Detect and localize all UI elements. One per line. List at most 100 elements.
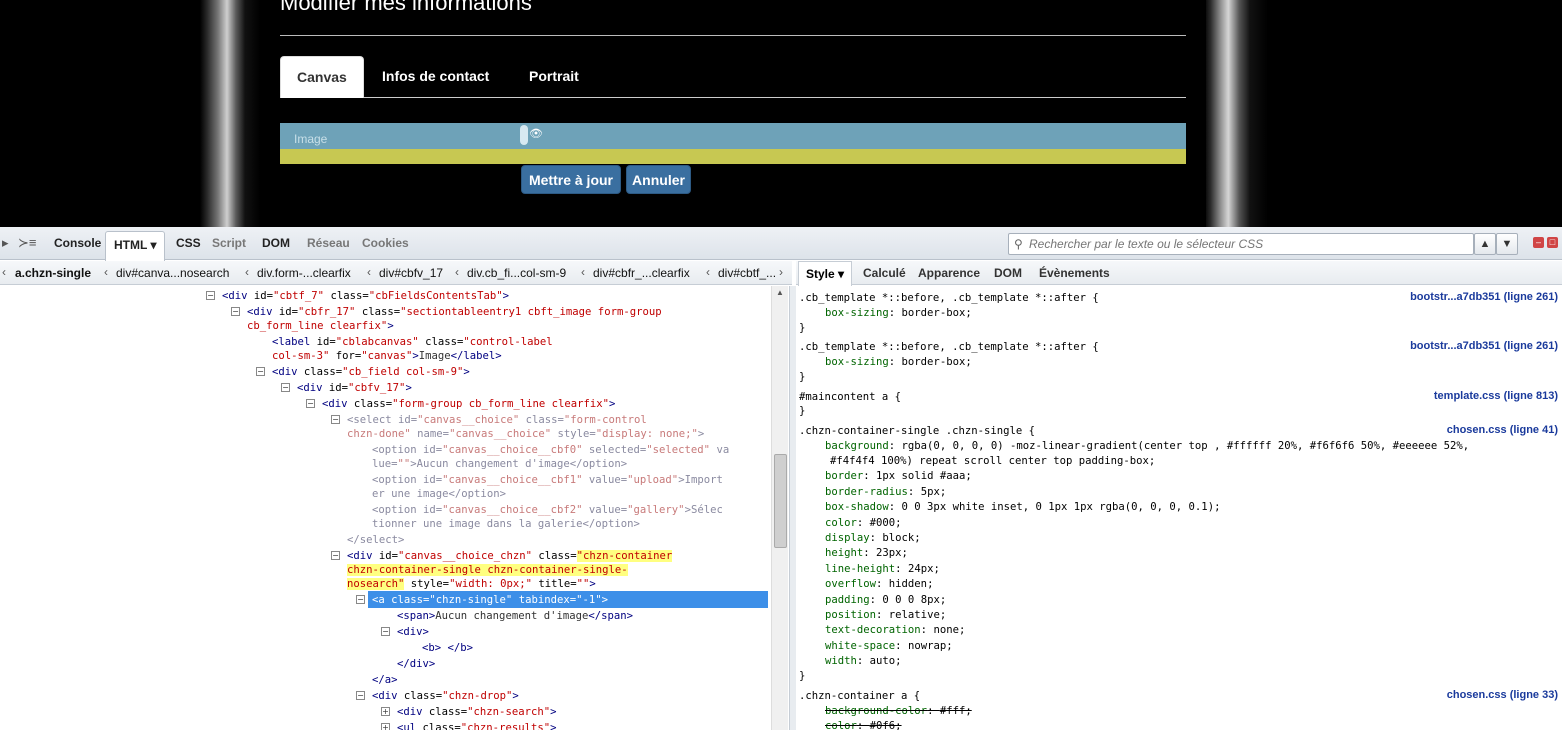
tab-dom[interactable]: DOM [262,236,290,250]
css-property[interactable]: overflow: hidden; [825,577,933,591]
css-property[interactable]: display: block; [825,531,921,545]
tree-node[interactable]: <div id="cbfv_17"> [297,381,412,395]
breadcrumb-item[interactable]: a.chzn-single [15,266,91,280]
tree-node[interactable]: <div> [397,625,429,639]
css-property-overridden[interactable]: color: #0f6; [825,719,902,730]
tab-style[interactable]: Style ▾ [798,261,853,286]
tab-events[interactable]: Évènements [1039,266,1110,280]
breadcrumb-scroll-right-icon[interactable]: › [779,265,783,279]
breadcrumb-item[interactable]: div.form-...clearfix [257,266,351,280]
collapse-toggle[interactable]: − [256,367,265,376]
collapse-toggle[interactable]: − [231,307,240,316]
command-line-icon[interactable]: ≻≡ [18,235,36,251]
css-search-input[interactable] [1029,236,1469,252]
tree-node[interactable]: <b> </b> [422,641,473,655]
tree-node[interactable]: <span>Aucun changement d'image</span> [397,609,633,623]
css-source-link[interactable]: chosen.css (ligne 41) [1447,424,1558,436]
tab-cookies[interactable]: Cookies [362,236,409,250]
search-next-button[interactable]: ▼ [1496,233,1518,255]
css-property-continuation: #f4f4f4 100%) repeat scroll center top p… [830,455,1156,467]
tree-node-hidden[interactable]: <option id="canvas__choice__cbf1" value=… [372,473,723,487]
breadcrumb-item[interactable]: div#cbtf_... [718,266,776,280]
breadcrumb-item[interactable]: div#cbfv_17 [379,266,443,280]
css-source-link[interactable]: template.css (ligne 813) [1434,390,1558,402]
search-icon: ⚲ [1014,237,1023,251]
tab-portrait[interactable]: Portrait [513,56,595,97]
tree-node-hidden[interactable]: <select id="canvas__choice" class="form-… [347,413,647,427]
collapse-toggle[interactable]: − [331,551,340,560]
expand-toggle[interactable]: + [381,707,390,716]
css-property-overridden[interactable]: background-color: #fff; [825,704,972,718]
tree-node[interactable]: <div class="cb_field col-sm-9"> [272,365,470,379]
css-property[interactable]: box-sizing: border-box; [825,355,972,369]
update-button[interactable]: Mettre à jour [521,165,621,194]
eye-icon: 👁 [529,128,543,140]
tree-node[interactable]: <div class="form-group cb_form_line clea… [322,397,615,411]
tab-canvas[interactable]: Canvas [280,56,364,98]
css-property[interactable]: white-space: nowrap; [825,639,953,653]
css-property[interactable]: color: #000; [825,516,902,530]
css-property[interactable]: box-sizing: border-box; [825,306,972,320]
tab-console[interactable]: Console [54,236,101,250]
tree-node[interactable]: <label id="cblabcanvas" class="control-l… [272,335,553,349]
tab-contact-info[interactable]: Infos de contact [366,56,505,97]
tree-node[interactable]: <div id="cbtf_7" class="cbFieldsContents… [222,289,509,303]
css-selector: #maincontent a { [799,391,902,403]
css-source-link[interactable]: chosen.css (ligne 33) [1447,689,1558,701]
css-property[interactable]: box-shadow: 0 0 3px white inset, 0 1px 1… [825,500,1220,514]
breadcrumb-item[interactable]: div.cb_fi...col-sm-9 [467,266,566,280]
breadcrumb-item[interactable]: div#canva...nosearch [116,266,229,280]
tree-node: </div> [397,658,436,670]
tab-script[interactable]: Script [212,236,246,250]
collapse-toggle[interactable]: − [331,415,340,424]
collapse-toggle[interactable]: − [356,691,365,700]
collapse-toggle[interactable]: − [306,399,315,408]
breadcrumb-scroll-left-icon[interactable]: ‹ [2,265,6,279]
css-property[interactable]: background: rgba(0, 0, 0, 0) -moz-linear… [825,439,1469,453]
css-property[interactable]: height: 23px; [825,546,908,560]
css-property[interactable]: padding: 0 0 0 8px; [825,593,946,607]
inspect-arrow-icon[interactable]: ▸ [2,235,9,251]
search-previous-button[interactable]: ▲ [1474,233,1496,255]
css-property[interactable]: line-height: 24px; [825,562,940,576]
cancel-button[interactable]: Annuler [626,165,691,194]
tree-node[interactable]: <ul class="chzn-results"> [397,721,556,730]
image-choice-dropdown[interactable]: 👁 [520,125,543,145]
css-search-box: ⚲ [1008,233,1474,255]
css-rule-close: } [799,371,806,383]
collapse-toggle[interactable]: − [206,291,215,300]
collapse-toggle[interactable]: − [281,383,290,392]
css-source-link[interactable]: bootstr...a7db351 (ligne 261) [1410,291,1558,303]
tab-network[interactable]: Réseau [307,236,350,250]
collapse-toggle[interactable]: − [356,595,365,604]
css-property[interactable]: width: auto; [825,654,902,668]
collapse-toggle[interactable]: − [381,627,390,636]
css-property[interactable]: text-decoration: none; [825,623,965,637]
css-property[interactable]: position: relative; [825,608,946,622]
scrollbar-thumb[interactable] [774,454,787,548]
tree-node-selected[interactable]: <a class="chzn-single" tabindex="-1"> [372,593,608,607]
tree-node-hidden[interactable]: </select> [347,533,404,547]
css-property[interactable]: border-radius: 5px; [825,485,946,499]
detach-icon[interactable]: □ [1547,237,1558,248]
right-frame-border [1204,0,1268,227]
css-property[interactable]: border: 1px solid #aaa; [825,469,972,483]
minimize-icon[interactable]: – [1533,237,1544,248]
tab-layout[interactable]: Apparence [918,266,980,280]
html-panel-scrollbar[interactable]: ▲ [771,286,788,730]
tree-node[interactable]: <div class="chzn-search"> [397,705,556,719]
tab-css[interactable]: CSS [176,236,201,250]
tab-computed[interactable]: Calculé [863,266,906,280]
tree-node-hidden[interactable]: <option id="canvas__choice__cbf2" value=… [372,503,723,517]
css-source-link[interactable]: bootstr...a7db351 (ligne 261) [1410,340,1558,352]
expand-toggle[interactable]: + [381,723,390,730]
tab-html[interactable]: HTML ▾ [105,231,166,261]
tree-node[interactable]: <div id="cbfr_17" class="sectiontableent… [247,305,662,319]
scroll-up-icon[interactable]: ▲ [776,288,784,297]
tree-node-hidden[interactable]: <option id="canvas__choice__cbf0" select… [372,443,729,457]
tree-node[interactable]: <div id="canvas__choice_chzn" class="chz… [347,549,673,563]
breadcrumb-item[interactable]: div#cbfr_...clearfix [593,266,690,280]
tree-node[interactable]: <div class="chzn-drop"> [372,689,519,703]
panel-splitter[interactable] [789,286,796,730]
tab-side-dom[interactable]: DOM [994,266,1022,280]
